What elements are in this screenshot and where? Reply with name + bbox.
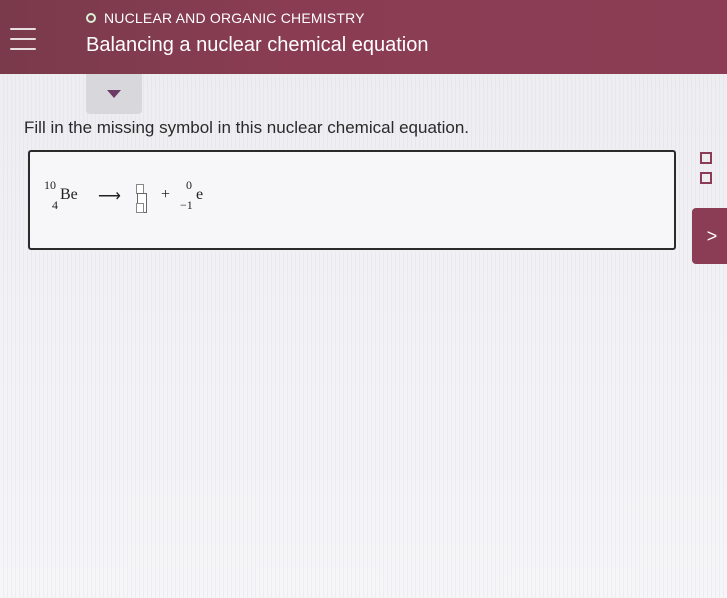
plus-sign: +: [161, 186, 171, 203]
topic-label: NUCLEAR AND ORGANIC CHEMISTRY: [104, 10, 365, 26]
electron-symbol: e: [196, 186, 204, 203]
missing-nuclide-input[interactable]: [132, 184, 148, 213]
reactant-symbol: Be: [60, 186, 78, 203]
topic-status-circle-icon: [86, 13, 96, 23]
menu-line: [10, 38, 36, 40]
electron-atomic-number: −1: [180, 198, 193, 212]
electron-mass-number: 0: [186, 178, 192, 192]
hamburger-menu-icon[interactable]: [10, 28, 36, 50]
triangle-down-icon: [107, 90, 121, 98]
menu-line: [10, 48, 36, 50]
menu-line: [10, 28, 36, 30]
product-electron-nuclide: 0 −1 e: [180, 178, 220, 220]
missing-atomic-input[interactable]: [136, 203, 144, 213]
reactant-nuclide: 10 4 Be: [42, 178, 82, 220]
app-header: NUCLEAR AND ORGANIC CHEMISTRY Balancing …: [0, 0, 727, 74]
answer-area: 10 4 Be ⟶ + 0 −1 e: [28, 150, 676, 250]
reaction-arrow: ⟶: [98, 188, 121, 205]
reactant-atomic-number: 4: [52, 198, 58, 212]
square-icon[interactable]: [700, 152, 712, 164]
side-toolbar: [700, 152, 722, 184]
question-instructions: Fill in the missing symbol in this nucle…: [24, 118, 470, 137]
reactant-mass-number: 10: [44, 178, 56, 192]
topic-row: NUCLEAR AND ORGANIC CHEMISTRY: [86, 10, 365, 26]
square-icon[interactable]: [700, 172, 712, 184]
page-title: Balancing a nuclear chemical equation: [86, 34, 429, 56]
chevron-right-icon: >: [706, 225, 718, 246]
next-button[interactable]: >: [692, 208, 727, 264]
collapse-toggle-button[interactable]: [86, 74, 142, 114]
